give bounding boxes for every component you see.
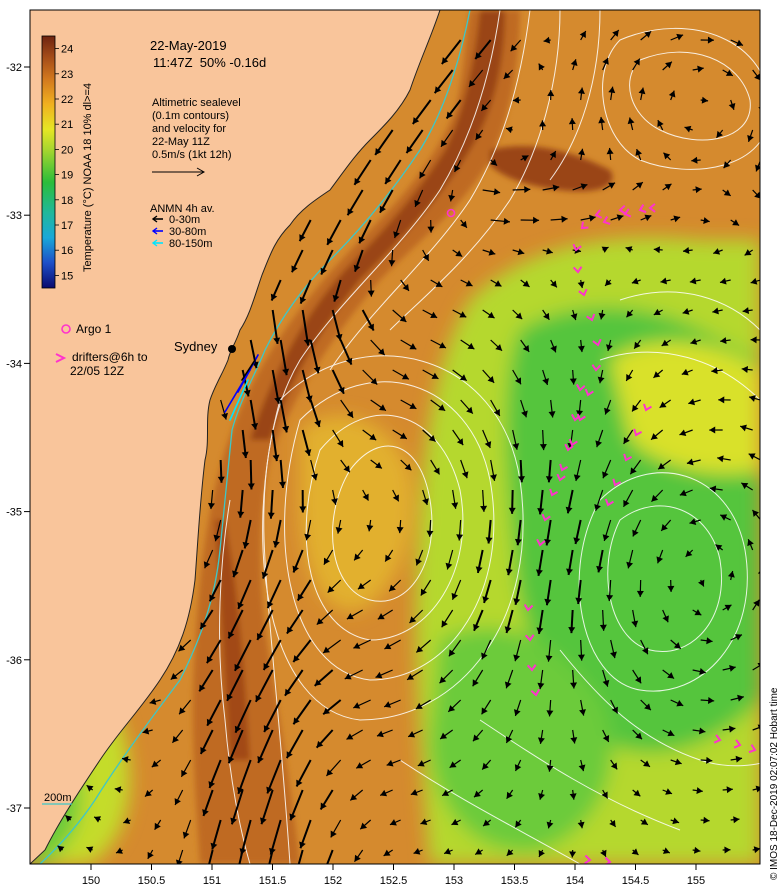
velocity-arrow [761,220,770,227]
velocity-arrow [761,40,771,49]
x-tick-label: 154 [566,875,584,887]
map-plot-area [30,10,771,885]
y-tick-label: -37 [6,803,22,815]
map-time: 11:47Z 50% -0.16d [153,55,266,70]
colorbar-tick-label: 24 [61,44,73,56]
x-tick-label: 152 [324,875,342,887]
altimetry-line-1: Altimetric sealevel [152,97,241,109]
velocity-arrowhead [292,875,299,882]
sst-map: 150 150.5 151 151.5 152 152.5 153 153.5 154 154.5… [6,9,780,887]
colorbar-tick-label: 15 [61,270,73,282]
x-tick-label: 152.5 [380,875,408,887]
drifter-legend-line-1: drifters@6h to [72,350,148,364]
sydney-marker [228,345,236,353]
colorbar-tick-label: 19 [61,170,73,182]
isobath-legend: 200m [42,792,72,805]
velocity-arrow [761,631,771,640]
colorbar-ramp [41,35,56,289]
y-tick-label: -34 [6,358,22,370]
x-tick-label: 151.5 [259,875,287,887]
altimetry-line-5: 0.5m/s (1kt 12h) [152,149,231,161]
anmn-item-0-label: 0-30m [169,214,200,226]
drifter-legend-line-2: 22/05 12Z [70,364,124,378]
argo-legend-label: Argo 1 [76,322,112,336]
y-tick-label: -32 [6,62,22,74]
y-axis: -32 -33 -34 -35 -36 -37 [6,62,30,815]
colorbar-tick-label: 21 [61,119,73,131]
altimetry-line-3: and velocity for [152,123,226,135]
velocity-arrow [761,818,769,820]
colorbar-tick-label: 18 [61,195,73,207]
x-tick-label: 150.5 [138,875,166,887]
velocity-arrow [761,100,763,113]
altimetry-line-4: 22-May 11Z [152,136,210,148]
x-axis: 150 150.5 151 151.5 152 152.5 153 153.5 154 154.5… [82,864,705,887]
colorbar-tick-label: 17 [61,220,73,232]
colorbar-tick-label: 16 [61,245,73,257]
velocity-arrowhead [763,221,770,227]
velocity-arrowhead [233,878,240,885]
velocity-arrowhead [323,863,324,864]
isobath-legend-label: 200m [44,792,72,804]
colorbar-tick-label: 23 [61,69,73,81]
anmn-item-2-label: 80-150m [169,238,212,250]
x-tick-label: 153 [445,875,463,887]
velocity-arrowhead [763,631,770,638]
map-date: 22-May-2019 [150,38,227,53]
colorbar-label: Temperature (°C) NOAA 18 10% dl>=4 [82,83,94,272]
place-label-sydney: Sydney [174,339,218,354]
y-tick-label: -35 [6,507,22,519]
x-tick-label: 151 [203,875,221,887]
x-tick-label: 155 [687,875,705,887]
colorbar-tick-label: 22 [61,94,73,106]
y-tick-label: -33 [6,210,22,222]
velocity-arrow [761,568,762,580]
x-tick-label: 154.5 [622,875,650,887]
x-tick-label: 150 [82,875,100,887]
altimetry-line-2: (0.1m contours) [152,110,229,122]
y-tick-label: -36 [6,655,22,667]
x-tick-label: 153.5 [501,875,529,887]
velocity-arrowhead [764,42,771,49]
colorbar-tick-label: 20 [61,144,73,156]
anmn-item-1-label: 30-80m [169,226,206,238]
credit-text: © IMOS 18-Dec-2019 02:07:02 Hobart time [769,687,780,880]
